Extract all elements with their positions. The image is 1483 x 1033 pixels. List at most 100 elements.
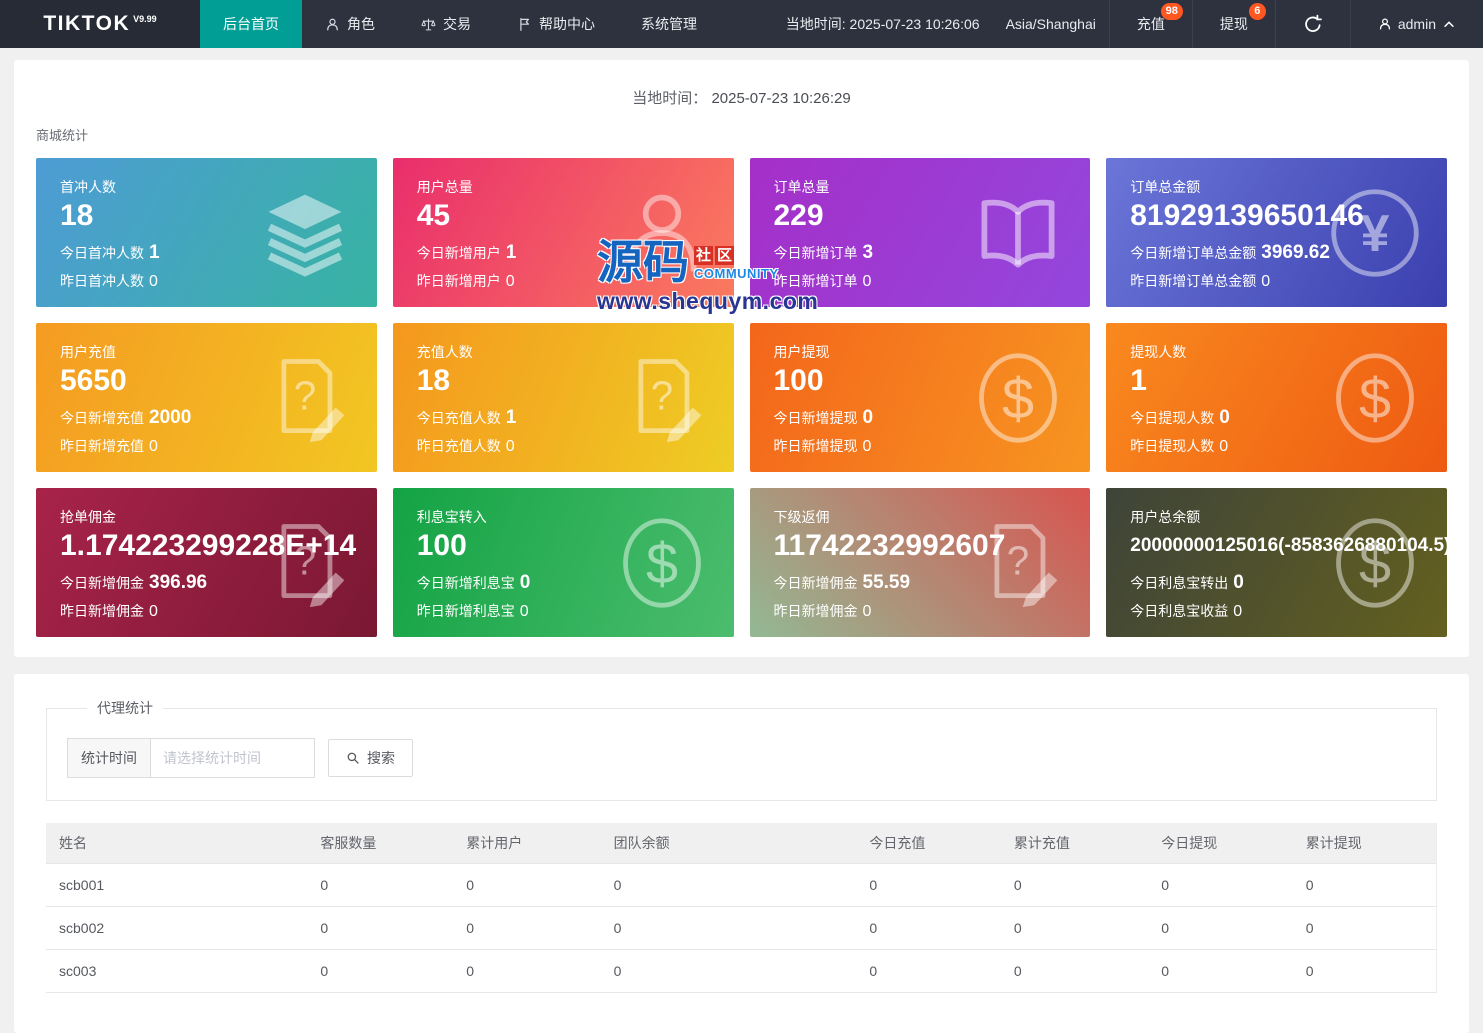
stat-today-label: 今日新增订单: [773, 244, 858, 261]
stat-card-today-line: 今日利息宝转出 0: [1130, 572, 1423, 594]
table-cell: scb002: [46, 906, 308, 950]
search-icon: [346, 751, 360, 765]
stat-today-label: 今日新增用户: [416, 244, 501, 261]
nav-item-label: 交易: [443, 16, 471, 32]
table-cell: 0: [307, 906, 454, 950]
stat-card: 首冲人数 18 今日首冲人数 1 昨日首冲人数 0: [36, 158, 377, 307]
stat-card-value: 11742232992607: [773, 529, 1006, 562]
section-title-shop-stats: 商城统计: [36, 128, 89, 143]
stat-card-value: 229: [773, 199, 824, 232]
stat-card-value: 1.174223299228E+14: [60, 529, 357, 562]
stat-today-label: 今日新增提现: [773, 409, 858, 426]
stat-card: 用户充值 5650 今日新增充值 2000 昨日新增充值 0 ?: [36, 323, 377, 472]
app-version: V9.99: [133, 14, 157, 24]
nav-item[interactable]: 角色: [302, 0, 398, 48]
stat-today-value: 0: [519, 571, 531, 593]
recharge-label: 充值: [1136, 16, 1165, 32]
nav-item[interactable]: 后台首页: [200, 0, 302, 48]
table-header-cell: 累计提现: [1292, 823, 1436, 864]
search-button[interactable]: 搜索: [328, 739, 413, 777]
nav-item[interactable]: 帮助中心: [494, 0, 618, 48]
stat-card: 订单总金额 81929139650146 今日新增订单总金额 3969.62 昨日…: [1106, 158, 1447, 307]
table-header-cell: 累计充值: [1000, 823, 1149, 864]
user-menu[interactable]: admin: [1349, 0, 1483, 48]
table-cell: 0: [1148, 949, 1293, 993]
table-cell: 0: [453, 863, 601, 907]
stat-today-label: 今日新增佣金: [773, 574, 858, 591]
table-cell: 0: [600, 949, 857, 993]
stat-yesterday-value: 0: [1261, 272, 1271, 290]
table-cell: 0: [1292, 863, 1436, 907]
stat-card-yesterday-line: 昨日新增订单总金额 0: [1130, 271, 1423, 291]
withdraw-label: 提现: [1219, 16, 1248, 32]
local-time-row: 当地时间： 2025-07-23 10:26:29: [36, 60, 1447, 108]
table-cell: sc003: [46, 949, 308, 993]
navbar-right: 当地时间: 2025-07-23 10:26:06 Asia/Shanghai …: [773, 0, 1483, 48]
table-cell: 0: [1000, 949, 1149, 993]
recharge-badge: 98: [1160, 3, 1183, 20]
table-cell: scb001: [46, 863, 308, 907]
agent-filter-row: 统计时间 搜索: [67, 738, 1416, 778]
agent-stats-panel: 代理统计 统计时间 搜索 姓名客服数量累计用户团队余额今日充值累计充值今日提现累…: [14, 674, 1469, 1033]
stat-card-yesterday-line: 今日利息宝收益 0: [1130, 601, 1423, 621]
stat-today-label: 今日提现人数: [1130, 409, 1215, 426]
stat-card: 用户提现 100 今日新增提现 0 昨日新增提现 0 $: [749, 323, 1091, 472]
table-cell: 0: [1148, 906, 1293, 950]
stat-card-today-line: 今日新增用户 1: [417, 242, 710, 264]
stat-card-yesterday-line: 昨日新增用户 0: [417, 271, 710, 291]
person-icon: [325, 17, 340, 32]
stat-yesterday-label: 昨日新增充值: [60, 437, 144, 454]
stat-today-value: 0: [862, 406, 874, 428]
refresh-button[interactable]: [1274, 0, 1350, 48]
table-cell: 0: [600, 906, 857, 950]
table-cell: 0: [1000, 863, 1149, 907]
stat-yesterday-value: 0: [862, 437, 872, 455]
table-header-cell: 累计用户: [453, 823, 601, 864]
stat-card-value: 20000000125016(-8583626880104.5): [1130, 535, 1447, 556]
stat-card-today-line: 今日新增充值 2000: [60, 407, 353, 429]
stat-yesterday-label: 昨日新增订单总金额: [1130, 272, 1257, 289]
stat-today-label: 今日新增利息宝: [416, 574, 515, 591]
nav-item[interactable]: 交易: [398, 0, 494, 48]
user-icon: [1378, 17, 1392, 31]
stat-today-label: 今日充值人数: [416, 409, 501, 426]
stat-yesterday-label: 昨日新增订单: [773, 272, 858, 289]
stat-card-value: 18: [60, 199, 94, 232]
stat-today-value: 3969.62: [1261, 241, 1330, 263]
stat-card: 抢单佣金 1.174223299228E+14 今日新增佣金 396.96 昨日新…: [36, 488, 377, 637]
stat-card-today-line: 今日提现人数 0: [1130, 407, 1423, 429]
table-header-row: 姓名 客服数量 累计用户 团队余额 今日充值 累计充值 今日提现 累计提现: [46, 823, 1436, 864]
stat-card-today-line: 今日新增佣金 396.96: [60, 572, 353, 594]
table-row: sc003 0 0 0 0 0 0 0: [46, 949, 1436, 993]
table-cell: 0: [307, 863, 454, 907]
nav-item-label: 角色: [347, 16, 375, 32]
table-header-cell: 客服数量: [307, 823, 454, 864]
local-time-label: 当地时间：: [632, 90, 708, 107]
stat-card-value: 81929139650146: [1130, 199, 1364, 232]
stat-cards-grid: 首冲人数 18 今日首冲人数 1 昨日首冲人数 0 用户总量 45 今日新增用户 1 …: [36, 158, 1447, 637]
stat-card-yesterday-line: 昨日充值人数 0: [417, 436, 710, 456]
recharge-menu[interactable]: 充值 98: [1108, 0, 1192, 48]
flag-icon: [517, 17, 532, 32]
stat-yesterday-label: 昨日首冲人数: [60, 272, 144, 289]
stat-yesterday-label: 昨日新增提现: [773, 437, 858, 454]
stat-card-today-line: 今日新增利息宝 0: [417, 572, 710, 594]
table-cell: 0: [453, 906, 601, 950]
table-header-cell: 今日提现: [1148, 823, 1293, 864]
stat-card-yesterday-line: 昨日新增订单 0: [774, 271, 1067, 291]
stat-card-value: 100: [773, 364, 824, 397]
table-cell: 0: [600, 863, 857, 907]
stat-today-label: 今日新增充值: [60, 409, 144, 426]
stat-today-label: 今日新增订单总金额: [1130, 244, 1257, 261]
app-logo-text: TIKTOK: [43, 12, 131, 35]
stat-card-today-line: 今日新增佣金 55.59: [774, 572, 1067, 594]
nav-item-label: 系统管理: [641, 16, 697, 32]
table-header-cell: 姓名: [46, 823, 308, 864]
withdraw-menu[interactable]: 提现 6: [1191, 0, 1275, 48]
table-row: scb002 0 0 0 0 0 0 0: [46, 906, 1436, 950]
stat-time-input[interactable]: [151, 738, 315, 778]
stat-card-today-line: 今日首冲人数 1: [60, 242, 353, 264]
table-header-cell: 今日充值: [856, 823, 1001, 864]
nav-item[interactable]: 系统管理: [618, 0, 720, 48]
stat-card: 用户总量 45 今日新增用户 1 昨日新增用户 0: [392, 158, 734, 307]
